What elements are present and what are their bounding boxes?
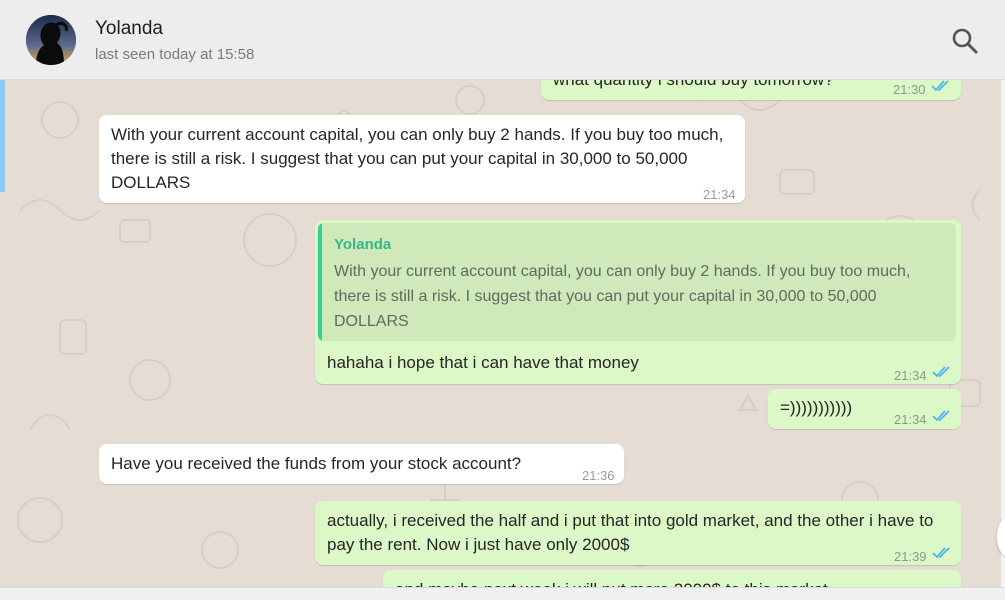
message-text: actually, i received the half and i put …	[327, 511, 934, 554]
message-time: 21:34	[894, 368, 927, 383]
message-outgoing[interactable]: actually, i received the half and i put …	[315, 501, 961, 565]
message-outgoing[interactable]: =))))))))))) 21:34	[768, 389, 961, 429]
message-outgoing[interactable]: and maybe next week i will put more 2000…	[383, 570, 961, 587]
conversation-panel[interactable]: what quantity i should buy tomorrow? 21:…	[0, 80, 1005, 587]
message-incoming[interactable]: With your current account capital, you c…	[99, 115, 745, 203]
message-time: 21:34	[703, 187, 736, 202]
avatar-silhouette-icon	[26, 15, 76, 65]
search-icon	[952, 28, 978, 54]
read-ticks-icon	[931, 80, 949, 92]
quote-author: Yolanda	[334, 236, 392, 253]
window-edge-right	[1001, 80, 1005, 587]
message-text: With your current account capital, you c…	[111, 125, 724, 192]
compose-bar[interactable]	[0, 587, 1005, 600]
window-edge-strip	[0, 80, 5, 192]
message-text: =)))))))))))	[780, 398, 853, 417]
message-time: 21:39	[894, 549, 927, 564]
message-outgoing[interactable]: what quantity i should buy tomorrow? 21:…	[541, 80, 961, 100]
message-time: 21:36	[582, 468, 615, 483]
quote-text: With your current account capital, you c…	[334, 263, 911, 330]
chat-header: Yolanda last seen today at 15:58	[0, 0, 1005, 80]
last-seen-status: last seen today at 15:58	[95, 46, 255, 63]
message-time: 21:34	[894, 412, 927, 427]
message-text: hahaha i hope that i can have that money	[327, 353, 639, 372]
message-time: 21:30	[893, 82, 926, 97]
read-ticks-icon	[932, 410, 950, 422]
message-text: what quantity i should buy tomorrow?	[553, 80, 883, 92]
read-ticks-icon	[932, 366, 950, 378]
read-ticks-icon	[932, 547, 950, 559]
message-text: Have you received the funds from your st…	[111, 454, 522, 473]
message-outgoing-reply[interactable]: Yolanda With your current account capita…	[315, 220, 961, 384]
message-incoming[interactable]: Have you received the funds from your st…	[99, 444, 624, 484]
contact-avatar[interactable]	[26, 15, 76, 65]
quote-accent-bar	[318, 223, 322, 341]
message-text: and maybe next week i will put more 2000…	[395, 578, 828, 587]
quoted-message[interactable]: Yolanda With your current account capita…	[318, 223, 956, 341]
search-button[interactable]	[950, 26, 980, 56]
contact-name[interactable]: Yolanda	[95, 18, 163, 40]
